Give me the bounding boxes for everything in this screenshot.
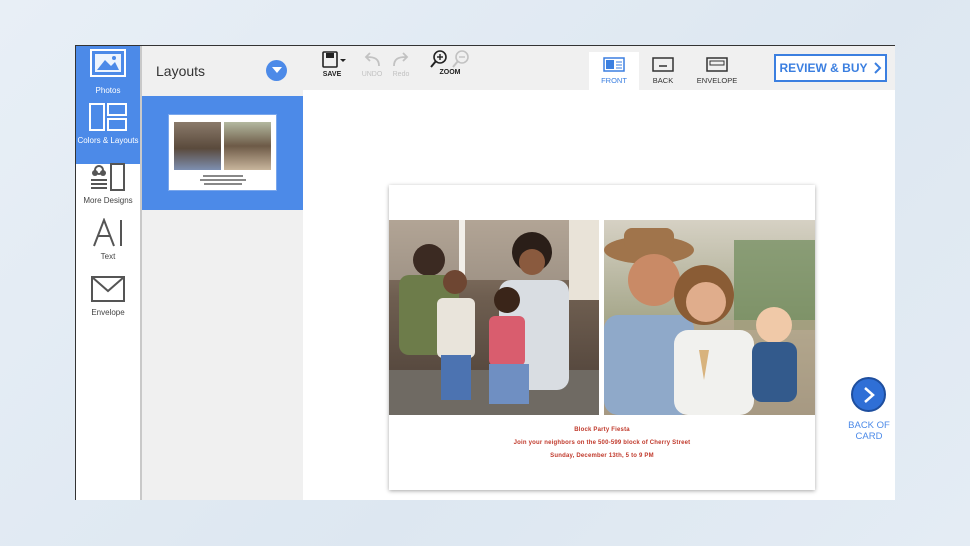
chevron-right-icon bbox=[863, 386, 875, 403]
card-front-preview[interactable]: Block Party Fiesta Join your neighbors o… bbox=[389, 185, 815, 490]
zoom-out-icon[interactable] bbox=[451, 49, 471, 69]
tab-label: FRONT bbox=[601, 76, 627, 85]
layouts-panel: Layouts bbox=[142, 46, 303, 500]
rail-item-photos[interactable]: Photos bbox=[76, 48, 140, 95]
card-date-text[interactable]: Sunday, December 13th, 5 to 9 PM bbox=[389, 453, 815, 459]
redo-button[interactable]: Redo bbox=[390, 51, 412, 78]
panel-header: Layouts bbox=[142, 46, 303, 96]
back-of-card-line2: CARD bbox=[855, 431, 883, 442]
layout-thumbnail bbox=[169, 115, 276, 190]
card-back-icon bbox=[652, 57, 674, 72]
review-and-buy-button[interactable]: REVIEW & BUY bbox=[774, 54, 887, 82]
envelope-tab-icon bbox=[706, 57, 728, 72]
rail-label: More Designs bbox=[83, 196, 133, 205]
card-title-text[interactable]: Block Party Fiesta bbox=[389, 427, 815, 433]
zoom-control[interactable]: ZOOM bbox=[427, 49, 473, 76]
undo-icon bbox=[364, 52, 380, 67]
zoom-in-icon[interactable] bbox=[429, 49, 449, 69]
tool-rail: Photos Colors & Layouts More Designs Tex… bbox=[76, 46, 142, 500]
rail-item-colors-layouts[interactable]: Colors & Layouts bbox=[76, 102, 140, 145]
thumbnail-text-line bbox=[200, 179, 246, 181]
photos-icon bbox=[90, 49, 126, 77]
photo-family-couch bbox=[389, 220, 599, 415]
couple-photo-right[interactable] bbox=[604, 220, 815, 415]
tab-label: ENVELOPE bbox=[696, 76, 738, 85]
rail-item-envelope[interactable]: Envelope bbox=[76, 274, 140, 317]
layouts-icon bbox=[89, 103, 127, 131]
photo-couple-baby bbox=[604, 220, 815, 415]
rail-label: Photos bbox=[95, 86, 121, 95]
undo-button[interactable]: UNDO bbox=[361, 51, 383, 78]
rail-item-text[interactable]: Text bbox=[76, 217, 140, 261]
zoom-label: ZOOM bbox=[439, 69, 461, 76]
tab-label: BACK bbox=[652, 76, 674, 85]
review-label: REVIEW & BUY bbox=[779, 61, 868, 75]
tab-envelope[interactable]: ENVELOPE bbox=[689, 52, 745, 90]
save-icon bbox=[322, 51, 346, 68]
rail-item-more-designs[interactable]: More Designs bbox=[76, 162, 140, 205]
tab-back[interactable]: BACK bbox=[641, 52, 685, 90]
rail-label: Colors & Layouts bbox=[77, 136, 139, 145]
thumbnail-text-line bbox=[203, 175, 243, 177]
design-canvas: Block Party Fiesta Join your neighbors o… bbox=[303, 90, 895, 500]
save-label: SAVE bbox=[322, 71, 342, 78]
back-of-card-line1: BACK OF bbox=[848, 420, 890, 431]
rail-label: Envelope bbox=[91, 308, 125, 317]
back-of-card-label[interactable]: BACK OF CARD bbox=[835, 420, 895, 442]
toolbar: SAVE UNDO Redo ZOOM FRONT BACK ENVELOPE … bbox=[303, 46, 895, 90]
back-of-card-button[interactable] bbox=[851, 377, 886, 412]
envelope-icon bbox=[91, 276, 125, 302]
thumbnail-photo-right bbox=[224, 122, 271, 170]
card-editor-app: Photos Colors & Layouts More Designs Tex… bbox=[75, 45, 895, 500]
redo-icon bbox=[393, 52, 409, 67]
panel-title: Layouts bbox=[156, 63, 206, 79]
undo-label: UNDO bbox=[361, 71, 383, 78]
family-photo-left[interactable] bbox=[389, 220, 599, 415]
card-front-icon bbox=[603, 57, 625, 72]
more-designs-icon bbox=[91, 163, 125, 191]
text-icon bbox=[93, 217, 122, 247]
redo-label: Redo bbox=[392, 71, 410, 78]
save-button[interactable]: SAVE bbox=[315, 51, 349, 78]
thumbnail-photo-left bbox=[174, 122, 221, 170]
rail-label: Text bbox=[100, 252, 116, 261]
thumbnail-text-line bbox=[204, 183, 242, 185]
card-body-text[interactable]: Join your neighbors on the 500-599 block… bbox=[389, 440, 815, 446]
layouts-dropdown-button[interactable] bbox=[266, 60, 287, 81]
chevron-right-icon bbox=[873, 62, 881, 74]
tab-front[interactable]: FRONT bbox=[589, 52, 639, 90]
chevron-down-icon bbox=[271, 67, 282, 73]
layout-option-selected[interactable] bbox=[142, 96, 303, 210]
